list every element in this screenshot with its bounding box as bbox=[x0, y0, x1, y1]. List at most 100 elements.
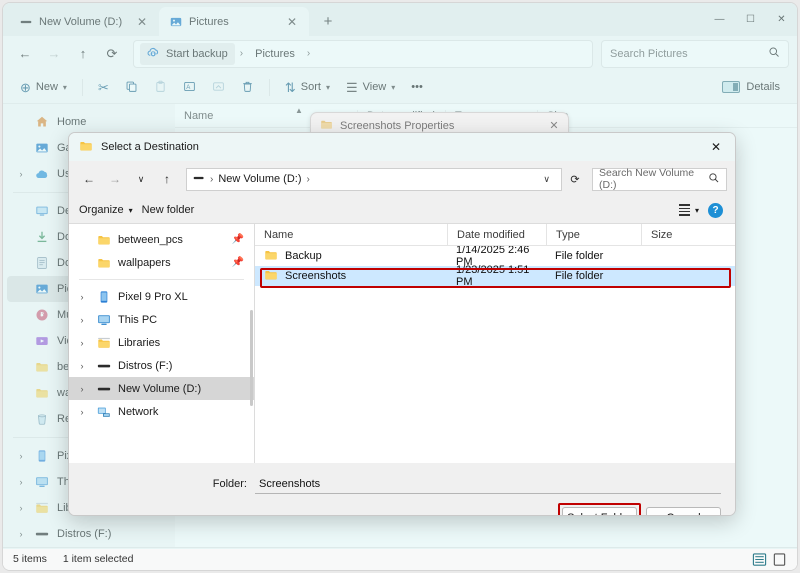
recent-locations-icon[interactable]: ∨ bbox=[129, 167, 153, 191]
tree-item-pixel-9-pro-xl[interactable]: › Pixel 9 Pro XL bbox=[69, 285, 254, 308]
expand-chevron-icon[interactable]: › bbox=[75, 407, 89, 417]
search-placeholder: Search Pictures bbox=[610, 48, 688, 60]
maximize-button[interactable]: ☐ bbox=[735, 3, 766, 35]
sort-label: Sort bbox=[301, 81, 321, 93]
chevron-down-icon[interactable]: ∨ bbox=[538, 174, 555, 185]
row-name-cell: Backup bbox=[255, 248, 447, 265]
scrollbar[interactable] bbox=[250, 310, 253, 406]
close-icon[interactable]: ✕ bbox=[284, 14, 300, 30]
new-button[interactable]: ⊕ New ▾ bbox=[13, 74, 74, 100]
refresh-icon[interactable]: ⟳ bbox=[98, 40, 126, 68]
share-button[interactable] bbox=[205, 74, 232, 100]
chevron-down-icon: ▾ bbox=[63, 83, 67, 92]
cut-button[interactable]: ✂ bbox=[91, 74, 116, 100]
more-button[interactable]: ••• bbox=[404, 74, 430, 100]
forward-icon[interactable]: → bbox=[40, 40, 68, 68]
tab-new-volume-d[interactable]: New Volume (D:) ✕ bbox=[9, 7, 159, 36]
tab-label: Pictures bbox=[189, 16, 277, 28]
tree-item-new-volume-d[interactable]: ›New Volume (D:) bbox=[69, 377, 254, 400]
column-header-name[interactable]: Name bbox=[255, 224, 447, 246]
expand-chevron-icon[interactable]: › bbox=[75, 315, 89, 325]
videos-icon bbox=[34, 334, 50, 348]
status-bar: 5 items 1 item selected bbox=[3, 547, 797, 570]
tree-item-label: Distros (F:) bbox=[118, 360, 172, 372]
dialog-breadcrumb[interactable]: › New Volume (D:) › ∨ bbox=[186, 168, 562, 191]
expand-chevron-icon[interactable]: › bbox=[15, 451, 27, 461]
tree-item-network[interactable]: ›Network bbox=[69, 400, 254, 423]
expand-chevron-icon[interactable]: › bbox=[15, 169, 27, 179]
view-button[interactable]: ☰ View ▾ bbox=[339, 74, 402, 100]
expand-chevron-icon[interactable]: › bbox=[75, 361, 89, 371]
sort-button[interactable]: ⇅ Sort ▾ bbox=[278, 74, 337, 100]
expand-chevron-icon[interactable]: › bbox=[75, 338, 89, 348]
tree-item-this-pc[interactable]: ›This PC bbox=[69, 308, 254, 331]
back-icon[interactable]: ← bbox=[77, 167, 101, 191]
select-folder-button[interactable]: Select Folder bbox=[562, 507, 637, 516]
delete-button[interactable] bbox=[234, 74, 261, 100]
forward-icon[interactable]: → bbox=[103, 167, 127, 191]
new-folder-button[interactable]: New folder bbox=[142, 204, 204, 216]
dialog-buttons: Select Folder Cancel bbox=[69, 494, 735, 516]
details-view-icon[interactable] bbox=[752, 552, 767, 567]
pin-icon[interactable]: 📌 bbox=[232, 234, 244, 245]
sidebar-item-distros-f[interactable]: ›Distros (F:) bbox=[7, 521, 171, 547]
tree-item-between-pcs[interactable]: between_pcs📌 bbox=[69, 228, 254, 251]
tree-item-label: Pixel 9 Pro XL bbox=[118, 291, 188, 303]
dialog-navigation-tree[interactable]: between_pcs📌wallpapers📌 › Pixel 9 Pro XL ›T… bbox=[69, 224, 255, 463]
paste-button[interactable] bbox=[147, 74, 174, 100]
tree-item-libraries[interactable]: ›Libraries bbox=[69, 331, 254, 354]
column-header-size[interactable]: Size bbox=[641, 224, 701, 246]
dialog-search-input[interactable]: Search New Volume (D:) bbox=[592, 168, 727, 191]
item-count: 5 items bbox=[13, 553, 47, 565]
tree-item-wallpapers[interactable]: wallpapers📌 bbox=[69, 251, 254, 274]
breadcrumb[interactable]: Start backup › Pictures › bbox=[133, 40, 593, 68]
onedrive-icon bbox=[34, 167, 50, 181]
breadcrumb-label-new-volume[interactable]: New Volume (D:) bbox=[218, 173, 301, 185]
select-folder-wrapper: Select Folder bbox=[562, 507, 637, 516]
new-tab-button[interactable]: + bbox=[315, 8, 341, 34]
breadcrumb-item-start-backup[interactable]: Start backup bbox=[140, 43, 235, 65]
back-icon[interactable]: ← bbox=[11, 40, 39, 68]
details-pane-toggle[interactable]: Details bbox=[715, 74, 787, 100]
tree-item-distros-f[interactable]: › Distros (F:) bbox=[69, 354, 254, 377]
breadcrumb-item-pictures[interactable]: Pictures bbox=[248, 45, 302, 63]
select-destination-dialog: Select a Destination ✕ ← → ∨ ↑ › New Vol… bbox=[68, 132, 736, 516]
share-icon bbox=[212, 80, 225, 95]
column-header-date[interactable]: Date modified bbox=[447, 224, 546, 246]
cancel-button[interactable]: Cancel bbox=[646, 507, 721, 516]
refresh-icon[interactable]: ⟳ bbox=[564, 168, 586, 191]
column-header-type[interactable]: Type bbox=[546, 224, 641, 246]
dialog-file-list: Name Date modified Type Size Backup1/14/… bbox=[255, 224, 735, 463]
rename-button[interactable]: A bbox=[176, 74, 203, 100]
expand-chevron-icon[interactable]: › bbox=[75, 292, 89, 302]
drive-icon bbox=[34, 527, 50, 541]
tab-pictures[interactable]: Pictures ✕ bbox=[159, 7, 309, 36]
expand-chevron-icon[interactable]: › bbox=[15, 477, 27, 487]
desktop-icon bbox=[34, 204, 50, 218]
folder-name-input[interactable]: Screenshots bbox=[255, 474, 721, 494]
view-icon: ☰ bbox=[346, 81, 358, 94]
minimize-button[interactable]: — bbox=[704, 3, 735, 35]
up-icon[interactable]: ↑ bbox=[69, 40, 97, 68]
pin-icon[interactable]: 📌 bbox=[232, 257, 244, 268]
help-button[interactable]: ? bbox=[708, 203, 725, 218]
close-icon[interactable]: ✕ bbox=[697, 133, 735, 161]
organize-button[interactable]: Organize ▾ bbox=[79, 204, 142, 216]
close-icon[interactable]: ✕ bbox=[134, 14, 150, 30]
table-row[interactable]: Screenshots1/23/2025 1:51 PMFile folder bbox=[255, 266, 735, 286]
close-button[interactable]: ✕ bbox=[766, 3, 797, 35]
table-row[interactable]: Backup1/14/2025 2:46 PMFile folder bbox=[255, 246, 735, 266]
expand-chevron-icon[interactable]: › bbox=[75, 384, 89, 394]
large-icons-view-icon[interactable] bbox=[772, 552, 787, 567]
sidebar-item-label: Home bbox=[57, 116, 86, 128]
change-view-button[interactable]: ▾ bbox=[679, 204, 708, 215]
recycle-icon bbox=[34, 412, 50, 426]
expand-chevron-icon[interactable]: › bbox=[15, 503, 27, 513]
expand-chevron-icon[interactable]: › bbox=[15, 529, 27, 539]
details-toggle-icon bbox=[722, 81, 740, 93]
thispc-icon bbox=[34, 475, 50, 489]
copy-button[interactable] bbox=[118, 74, 145, 100]
up-icon[interactable]: ↑ bbox=[155, 167, 179, 191]
search-input[interactable]: Search Pictures bbox=[601, 40, 789, 68]
network-icon bbox=[95, 405, 112, 419]
